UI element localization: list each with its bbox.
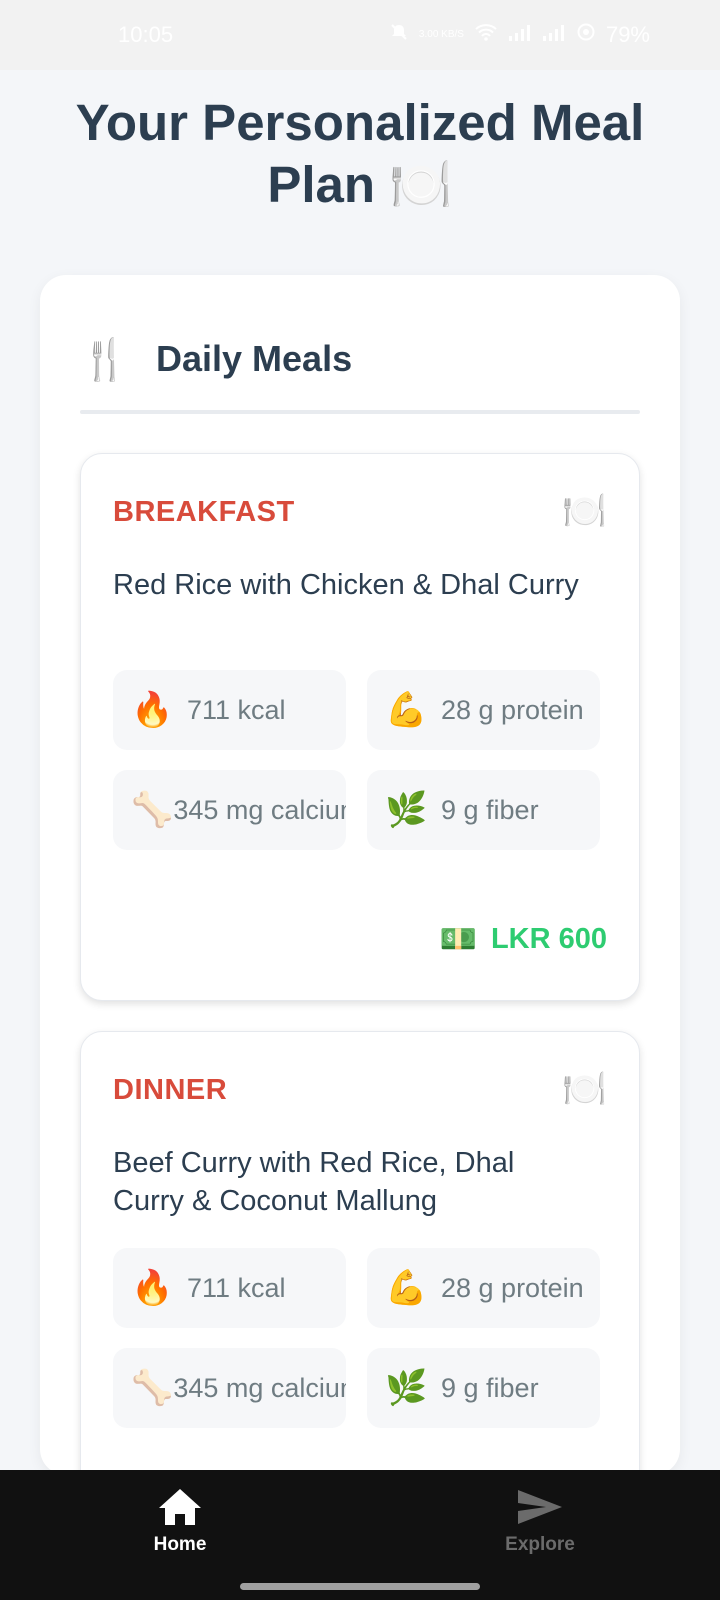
meal-price: 💵 LKR 600	[440, 922, 607, 957]
stat-protein: 💪 28 g protein	[367, 670, 600, 750]
meal-name: Red Rice with Chicken & Dhal Curry	[113, 569, 579, 601]
section-title: Daily Meals	[156, 338, 353, 379]
nav-explore-label: Explore	[505, 1534, 575, 1555]
daily-meals-panel: 🍴 Daily Meals BREAKFAST 🍽️ Red Rice with…	[40, 275, 680, 1579]
meal-type: DINNER	[113, 1074, 228, 1106]
cutlery-icon: 🍴	[80, 337, 130, 382]
home-icon	[105, 1486, 255, 1528]
send-icon	[465, 1486, 615, 1528]
nav-home[interactable]: Home	[105, 1486, 255, 1556]
bottom-nav: Home Explore	[0, 1470, 720, 1600]
price-text: LKR 600	[490, 923, 607, 955]
signal-icon	[508, 22, 532, 48]
muscle-icon: 💪	[385, 691, 428, 729]
stat-fiber: 🌿 9 g fiber	[367, 770, 600, 850]
herb-icon: 🌿	[385, 1369, 428, 1407]
page-title: Your Personalized Meal Plan 🍽️	[75, 94, 645, 213]
herb-icon: 🌿	[385, 791, 428, 829]
money-icon: 💵	[439, 923, 477, 956]
stat-text: 28 g protein	[441, 694, 584, 725]
signal-icon	[542, 22, 566, 48]
status-bar: 10:05 3.00 KB/S 79%	[0, 0, 720, 70]
nav-home-label: Home	[153, 1534, 207, 1555]
stat-calories: 🔥 711 kcal	[113, 1248, 346, 1328]
stat-fiber: 🌿 9 g fiber	[367, 1348, 600, 1428]
stat-calories: 🔥 711 kcal	[113, 670, 346, 750]
stat-protein: 💪 28 g protein	[367, 1248, 600, 1328]
status-time: 10:05	[118, 22, 174, 47]
gesture-bar[interactable]	[240, 1583, 480, 1590]
muscle-icon: 💪	[385, 1269, 428, 1307]
stat-text: 9 g fiber	[441, 1372, 539, 1403]
sync-icon	[576, 22, 596, 48]
fire-icon: 🔥	[131, 691, 174, 729]
meal-type: BREAKFAST	[113, 496, 295, 528]
stat-text: 345 mg calcium	[173, 794, 346, 825]
wifi-icon	[474, 22, 498, 48]
divider	[80, 410, 640, 414]
panel-header: 🍴 Daily Meals	[80, 323, 640, 395]
battery-percent: 79%	[605, 22, 650, 47]
meal-card-breakfast[interactable]: BREAKFAST 🍽️ Red Rice with Chicken & Dha…	[80, 453, 640, 1001]
bone-icon: 🦴	[131, 791, 174, 829]
mute-icon	[389, 22, 409, 48]
bone-icon: 🦴	[131, 1369, 174, 1407]
meal-name: Beef Curry with Red Rice, Dhal Curry & C…	[113, 1147, 515, 1217]
stat-calcium: 🦴 345 mg calcium	[113, 1348, 346, 1428]
stat-text: 28 g protein	[441, 1272, 584, 1303]
plate-icon: 🍽️	[562, 490, 607, 531]
stat-calcium: 🦴 345 mg calcium	[113, 770, 346, 850]
nav-explore[interactable]: Explore	[465, 1486, 615, 1556]
plate-icon: 🍽️	[562, 1068, 607, 1109]
stat-text: 711 kcal	[187, 1272, 286, 1303]
status-icons: 3.00 KB/S 79%	[389, 22, 650, 48]
network-speed: 3.00 KB/S	[418, 29, 464, 40]
stat-text: 711 kcal	[187, 694, 286, 725]
stat-text: 345 mg calcium	[173, 1372, 346, 1403]
stat-text: 9 g fiber	[441, 794, 539, 825]
fire-icon: 🔥	[131, 1269, 174, 1307]
